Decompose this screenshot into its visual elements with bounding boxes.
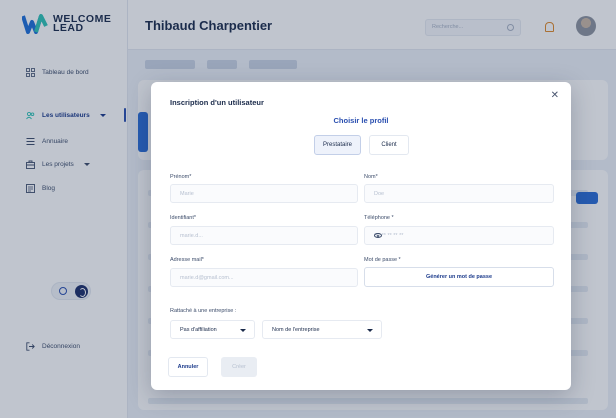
profile-option-client[interactable]: Client: [369, 135, 409, 155]
modal-title: Inscription d'un utilisateur: [170, 98, 264, 107]
identifiant-label: Identifiant*: [170, 215, 196, 221]
telephone-field[interactable]: 06 ** ** ** **: [364, 226, 554, 245]
cancel-button[interactable]: Annuler: [168, 357, 208, 377]
registration-modal: Inscription d'un utilisateur ✕ Choisir l…: [151, 82, 571, 390]
company-select-value: Nom de l'entreprise: [272, 327, 320, 333]
telephone-label: Téléphone *: [364, 215, 394, 221]
chevron-down-icon: [240, 329, 246, 332]
nom-field[interactable]: Doe: [364, 184, 554, 203]
password-label: Mot de passe *: [364, 257, 401, 263]
email-label: Adresse mail*: [170, 257, 204, 263]
company-section-label: Rattaché à une entreprise :: [170, 308, 237, 314]
nom-placeholder: Doe: [374, 191, 385, 197]
generate-password-button[interactable]: Générer un mot de passe: [364, 267, 554, 287]
affiliation-select-value: Pas d'affiliation: [180, 327, 217, 333]
company-select[interactable]: Nom de l'entreprise: [262, 320, 382, 339]
affiliation-select[interactable]: Pas d'affiliation: [170, 320, 255, 339]
identifiant-field[interactable]: marie.d...: [170, 226, 358, 245]
email-field[interactable]: marie.d@gmail.com...: [170, 268, 358, 287]
email-placeholder: marie.d@gmail.com...: [180, 275, 234, 281]
profile-heading: Choisir le profil: [333, 116, 389, 125]
prenom-field[interactable]: Marie: [170, 184, 358, 203]
create-button[interactable]: Créer: [221, 357, 257, 377]
prenom-label: Prénom*: [170, 174, 192, 180]
eye-icon[interactable]: [374, 233, 382, 238]
chevron-down-icon: [367, 329, 373, 332]
profile-option-prestataire[interactable]: Prestataire: [314, 135, 361, 155]
close-icon[interactable]: ✕: [551, 90, 559, 101]
prenom-placeholder: Marie: [180, 191, 194, 197]
identifiant-placeholder: marie.d...: [180, 233, 203, 239]
nom-label: Nom*: [364, 174, 378, 180]
